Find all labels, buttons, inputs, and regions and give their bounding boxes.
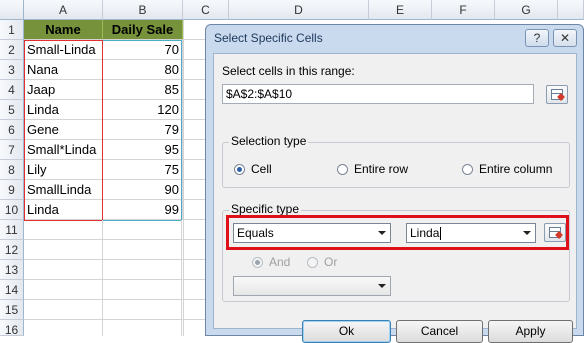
row-header[interactable]: 4 [0, 80, 24, 100]
row-header[interactable]: 1 [0, 20, 24, 40]
radio-or-label: Or [324, 255, 338, 269]
chevron-down-icon [378, 284, 386, 288]
select-all-corner[interactable] [0, 0, 24, 20]
cell-name[interactable]: Gene [24, 120, 103, 140]
row-header[interactable]: 14 [0, 280, 24, 300]
cell-name[interactable]: SmallLinda [24, 180, 103, 200]
chevron-down-icon [378, 231, 386, 235]
dialog-title: Select Specific Cells [214, 31, 323, 45]
radio-empty-icon [462, 163, 473, 175]
radio-and[interactable]: And [252, 255, 290, 269]
cell-sale[interactable]: 95 [103, 140, 183, 160]
cell-sale[interactable]: 90 [103, 180, 183, 200]
select-specific-cells-dialog: Select Specific Cells ? ✕ Select cells i… [205, 24, 584, 343]
row-header[interactable]: 2 [0, 40, 24, 60]
row-header[interactable]: 5 [0, 100, 24, 120]
row-header[interactable]: 13 [0, 260, 24, 280]
row-header[interactable]: 8 [0, 160, 24, 180]
range-label: Select cells in this range: [222, 64, 355, 78]
cell-sale[interactable]: 75 [103, 160, 183, 180]
radio-empty-icon [307, 256, 318, 268]
radio-entire-column-label: Entire column [479, 162, 553, 176]
empty-grid-c [183, 20, 205, 336]
close-button[interactable]: ✕ [553, 29, 577, 47]
value-picker-button[interactable] [544, 223, 566, 242]
operator-dropdown[interactable]: Equals [233, 223, 391, 243]
range-picker-button[interactable] [546, 85, 568, 104]
radio-cell-label: Cell [251, 162, 272, 176]
operator-value: Equals [237, 226, 274, 240]
help-button[interactable]: ? [525, 29, 549, 47]
range-input[interactable]: $A$2:$A$10 [222, 84, 534, 104]
apply-button[interactable]: Apply [488, 320, 573, 343]
column-header-f[interactable]: F [432, 0, 495, 20]
ok-button[interactable]: Ok [302, 320, 391, 343]
column-header-a[interactable]: A [24, 0, 103, 20]
cell-name[interactable]: Small-Linda [24, 40, 103, 60]
radio-empty-icon [337, 163, 348, 175]
second-operator-dropdown[interactable] [233, 276, 391, 296]
row-header[interactable]: 12 [0, 240, 24, 260]
row-header[interactable]: 16 [0, 320, 24, 337]
radio-or[interactable]: Or [307, 255, 337, 269]
selection-type-label: Selection type [229, 134, 309, 148]
cell-name[interactable]: Small*Linda [24, 140, 103, 160]
cell-name[interactable]: Linda [24, 100, 103, 120]
cell-b1-header[interactable]: Daily Sale [103, 20, 183, 40]
cell-sale[interactable]: 85 [103, 80, 183, 100]
column-header-extra[interactable] [558, 0, 584, 20]
radio-entire-row-label: Entire row [354, 162, 409, 176]
value-combobox[interactable]: Linda [406, 223, 536, 243]
radio-cell[interactable]: Cell [234, 162, 272, 176]
cell-name[interactable]: Linda [24, 200, 103, 220]
row-header[interactable]: 11 [0, 220, 24, 240]
dialog-body: Select cells in this range: $A$2:$A$10 S… [213, 53, 577, 343]
row-header[interactable]: 6 [0, 120, 24, 140]
cell-sale[interactable]: 70 [103, 40, 183, 60]
dialog-titlebar[interactable]: Select Specific Cells ? ✕ [206, 25, 583, 51]
value-text: Linda [410, 226, 440, 240]
cell-sale[interactable]: 80 [103, 60, 183, 80]
radio-selected-icon [234, 163, 245, 175]
cell-sale[interactable]: 79 [103, 120, 183, 140]
cell-name[interactable]: Nana [24, 60, 103, 80]
chevron-down-icon [523, 231, 531, 235]
radio-selected-icon [252, 256, 263, 268]
cancel-button[interactable]: Cancel [396, 320, 483, 343]
column-header-d[interactable]: D [229, 0, 369, 20]
radio-entire-column[interactable]: Entire column [462, 162, 552, 176]
row-header[interactable]: 7 [0, 140, 24, 160]
column-header-g[interactable]: G [495, 0, 558, 20]
specific-type-label: Specific type [229, 202, 302, 216]
cell-a1-header[interactable]: Name [24, 20, 103, 40]
column-header-b[interactable]: B [103, 0, 183, 20]
cell-name[interactable]: Lily [24, 160, 103, 180]
cell-sale[interactable]: 120 [103, 100, 183, 120]
radio-and-label: And [269, 255, 291, 269]
row-header[interactable]: 15 [0, 300, 24, 320]
radio-entire-row[interactable]: Entire row [337, 162, 408, 176]
text-cursor [440, 227, 442, 241]
row-header[interactable]: 10 [0, 200, 24, 220]
cell-name[interactable]: Jaap [24, 80, 103, 100]
column-header-c[interactable]: C [183, 0, 229, 20]
cell-sale[interactable]: 99 [103, 200, 183, 220]
column-header-e[interactable]: E [369, 0, 432, 20]
row-header[interactable]: 3 [0, 60, 24, 80]
empty-grid [24, 220, 205, 336]
row-header[interactable]: 9 [0, 180, 24, 200]
